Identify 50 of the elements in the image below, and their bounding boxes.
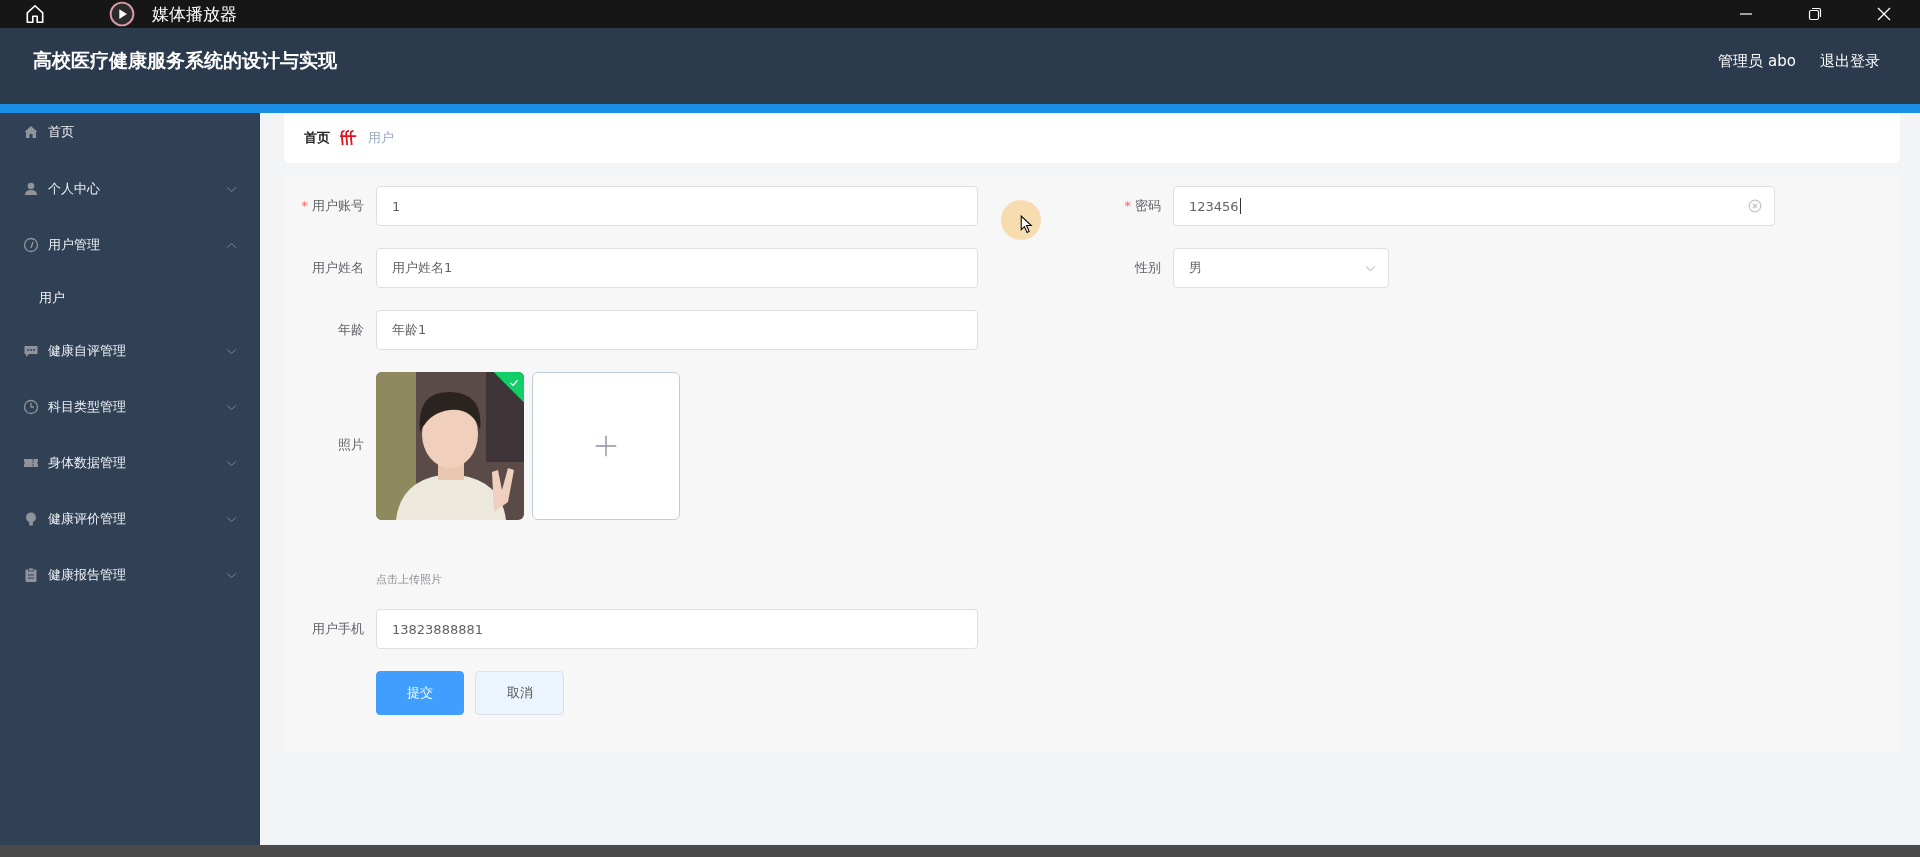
menu-item[interactable]: 健康报告管理: [0, 547, 260, 603]
cursor-icon: [1020, 215, 1033, 234]
bulb-icon: [23, 511, 39, 527]
menu-item[interactable]: 首页: [0, 113, 260, 161]
menu-item[interactable]: 身体数据管理: [0, 435, 260, 491]
restore-icon[interactable]: [1807, 6, 1823, 22]
field-label: * 用户账号: [300, 197, 364, 215]
chevron-up-icon: [226, 241, 237, 249]
field-label: 年龄: [337, 321, 364, 339]
text-field[interactable]: 用户姓名1: [376, 248, 978, 288]
chevron-down-icon: [1365, 264, 1376, 272]
chevron-down-icon: [226, 459, 237, 467]
submenu-item[interactable]: 用户: [0, 273, 260, 323]
chevron-down-icon: [226, 571, 237, 579]
user-name: 管理员 abo: [1718, 51, 1796, 71]
window-title: 媒体播放器: [152, 2, 237, 26]
menu-item[interactable]: 用户管理: [0, 217, 260, 273]
field-label: 照片: [337, 436, 364, 454]
breadcrumb-item: 用户: [368, 129, 394, 147]
menu-item[interactable]: 科目类型管理: [0, 379, 260, 435]
field-label: 用户姓名: [311, 259, 364, 277]
chevron-down-icon: [226, 515, 237, 523]
clipboard-icon: [23, 567, 39, 583]
upload-hint: 点击上传照片: [376, 572, 443, 587]
user-icon: [23, 181, 39, 197]
field-label: 性别: [1134, 259, 1161, 277]
close-icon[interactable]: [1876, 6, 1892, 22]
chevron-down-icon: [226, 403, 237, 411]
text-field[interactable]: 年龄1: [376, 310, 978, 350]
logout-link[interactable]: 退出登录: [1820, 51, 1880, 71]
clock-icon: [23, 399, 39, 415]
menu-item[interactable]: 健康评价管理: [0, 491, 260, 547]
text-field[interactable]: 13823888881: [376, 609, 978, 649]
home-icon[interactable]: [24, 3, 46, 25]
menu-item[interactable]: 个人中心: [0, 161, 260, 217]
app-title: 高校医疗健康服务系统的设计与实现: [33, 48, 337, 73]
chevron-down-icon: [226, 347, 237, 355]
play-icon: [109, 1, 135, 27]
text-field[interactable]: 123456: [1173, 186, 1775, 226]
breadcrumb-item[interactable]: 首页: [304, 129, 330, 147]
field-label: 用户手机: [311, 620, 364, 638]
text-field[interactable]: 1: [376, 186, 978, 226]
cancel-button[interactable]: 取消: [475, 671, 564, 715]
menu-item[interactable]: 健康自评管理: [0, 323, 260, 379]
home-icon: [23, 124, 39, 140]
gauge-icon: [23, 237, 39, 253]
chevron-down-icon: [226, 185, 237, 193]
field-label: * 密码: [1123, 197, 1161, 215]
chat-icon: [23, 343, 39, 359]
select-field[interactable]: 男: [1173, 248, 1389, 288]
